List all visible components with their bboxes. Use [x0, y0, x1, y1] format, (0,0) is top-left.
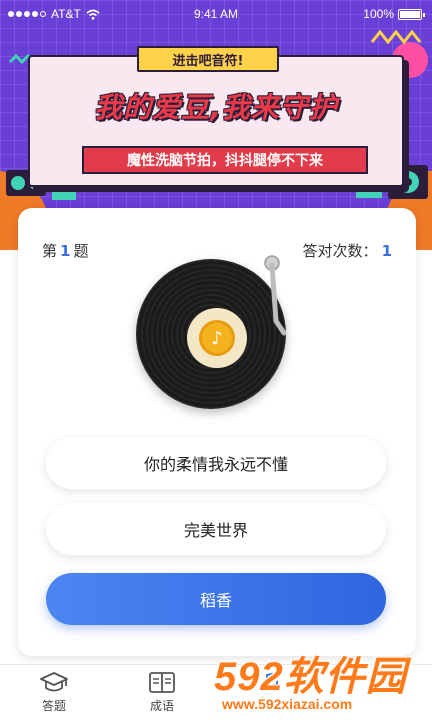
banner-tag: 进击吧音符!	[137, 46, 279, 72]
banner-headline: 我的爱豆,我来守护	[94, 91, 338, 124]
nav-label-idiom: 成语	[149, 699, 174, 713]
nav-item-idiom[interactable]: 成语	[108, 671, 216, 720]
tonearm-icon	[264, 255, 287, 336]
watermark-url: www.592xiazai.com	[222, 696, 353, 712]
vinyl-player[interactable]: ♪	[130, 255, 300, 415]
question-number-label: 第1题	[42, 240, 88, 261]
score-label-text: 答对次数：	[302, 242, 378, 260]
book-icon	[149, 672, 175, 693]
graduation-cap-icon	[40, 672, 68, 692]
status-bar: AT&T 9:41 AM 100%	[0, 0, 432, 28]
answer-option[interactable]: 你的柔情我永远不懂	[46, 437, 386, 489]
record-label: ♪	[187, 308, 247, 368]
nav-item-quiz[interactable]: 答题	[0, 671, 108, 720]
question-prefix: 第	[42, 242, 58, 260]
question-number: 1	[60, 242, 71, 260]
answer-option[interactable]: 完美世界	[46, 503, 386, 555]
battery-icon	[398, 8, 425, 20]
answer-option[interactable]: 稻香	[46, 573, 386, 625]
nav-label-quiz: 答题	[41, 699, 66, 713]
battery-percent: 100%	[363, 7, 394, 21]
site-watermark: 592软件园 www.592xiazai.com	[214, 640, 432, 720]
question-suffix: 题	[73, 242, 89, 260]
music-note-icon: ♪	[199, 320, 235, 356]
app-screen: AT&T 9:41 AM 100% 进击吧音符! 我的爱豆,我来守护 魔性洗脑节…	[0, 0, 432, 720]
watermark-logo: 592软件园	[214, 655, 407, 699]
status-right: 100%	[363, 7, 425, 21]
correct-count-label: 答对次数： 1	[303, 240, 392, 261]
banner-subhead: 魔性洗脑节拍，抖抖腿停不下来	[82, 146, 368, 174]
score-value: 1	[381, 242, 392, 260]
